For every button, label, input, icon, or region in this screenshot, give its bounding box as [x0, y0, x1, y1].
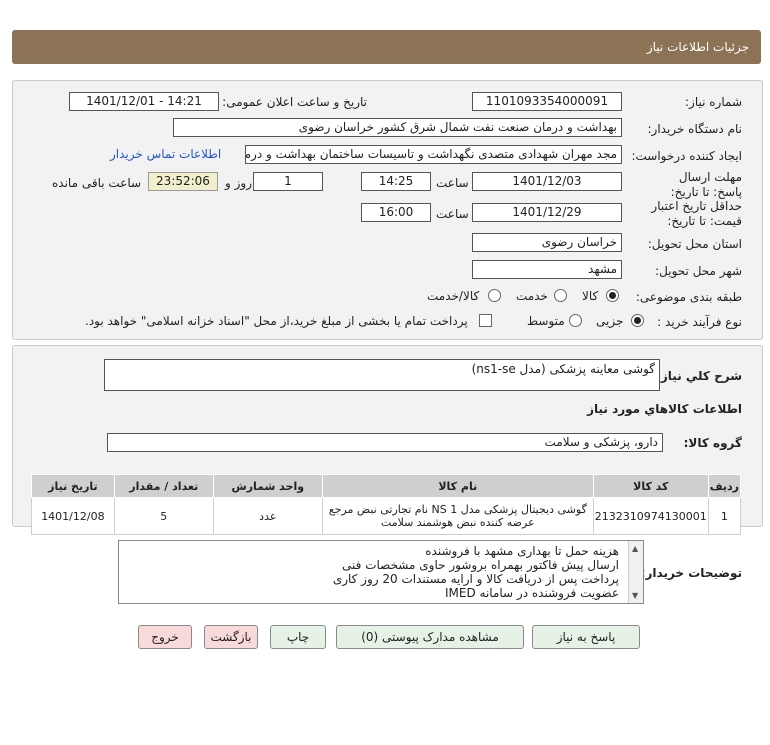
buyer-org-label: نام دستگاه خریدار:	[647, 122, 743, 136]
print-button[interactable]: چاپ	[270, 625, 326, 649]
treasury-payment-note: پرداخت تمام یا بخشی از مبلغ خرید،از محل …	[85, 314, 468, 328]
announce-datetime-field: 1401/12/01 - 14:21	[69, 92, 219, 111]
category-service-radio[interactable]	[554, 289, 567, 302]
need-number-label: شماره نیاز:	[685, 95, 742, 109]
need-number-field: 1101093354000091	[472, 92, 622, 111]
col-unit: واحد شمارش	[212, 474, 323, 498]
purchase-type-label: نوع فرآیند خرید :	[657, 315, 742, 329]
category-goods-radio[interactable]	[606, 289, 619, 302]
announce-datetime-label: تاریخ و ساعت اعلان عمومی:	[222, 95, 367, 109]
validity-date-field: 1401/12/29	[472, 203, 622, 222]
goods-table-header: ردیف کد کالا نام کالا واحد شمارش تعداد /…	[31, 474, 742, 498]
page-header: جزئیات اطلاعات نیاز	[12, 30, 761, 64]
attachments-button[interactable]: مشاهده مدارک پیوستی (0)	[336, 625, 524, 649]
purchase-medium-radio[interactable]	[569, 314, 582, 327]
buyer-notes-label: توضیحات خریدار:	[640, 566, 742, 580]
category-service-label: خدمت	[516, 289, 548, 303]
delivery-province-field: خراسان رضوی	[472, 233, 622, 252]
category-goods-service-radio[interactable]	[488, 289, 501, 302]
days-remaining-field: 1	[253, 172, 323, 191]
note-line: هزینه حمل تا بهداری مشهد با فروشنده	[425, 544, 619, 558]
category-label: طبقه بندی موضوعی:	[635, 290, 742, 304]
cell-date: 1401/12/08	[31, 497, 115, 535]
cell-qty: 5	[113, 497, 214, 535]
delivery-city-field: مشهد	[472, 260, 622, 279]
buyer-contact-link[interactable]: اطلاعات تماس خریدار	[110, 147, 221, 161]
goods-group-field: دارو، پزشکی و سلامت	[107, 433, 663, 452]
deadline-time-label: ساعت	[436, 176, 469, 190]
col-row: ردیف	[707, 474, 742, 498]
col-name: نام کالا	[321, 474, 594, 498]
purchase-minor-radio[interactable]	[631, 314, 644, 327]
delivery-city-label: شهر محل تحویل:	[655, 264, 742, 278]
page-title: جزئیات اطلاعات نیاز	[646, 40, 749, 54]
scroll-up-icon[interactable]: ▲	[632, 544, 638, 553]
cell-row: 1	[707, 497, 742, 535]
goods-info-heading: اطلاعات کالاهاي مورد نياز	[587, 402, 742, 416]
requester-label: ایجاد کننده درخواست:	[631, 149, 742, 163]
deadline-time-field: 14:25	[361, 172, 431, 191]
cell-name: گوشی دیجیتال پزشکی مدل NS 1 نام تجارتی ن…	[321, 497, 594, 535]
validity-time-field: 16:00	[361, 203, 431, 222]
deadline-send-label: مهلت ارسال پاسخ: تا تاریخ:	[670, 170, 742, 199]
validity-label: حداقل تاریخ اعتبار قیمت: تا تاریخ:	[651, 199, 742, 228]
note-line: پرداخت پس از دریافت کالا و ارایه مستندات…	[332, 572, 619, 586]
remaining-time-field: 23:52:06	[148, 172, 218, 191]
cell-name-line2: عرضه کننده نبض هوشمند سلامت	[380, 516, 535, 529]
notes-scrollbar[interactable]: ▲ ▼	[628, 541, 643, 603]
goods-group-label: گروه کالا:	[683, 436, 742, 450]
buyer-notes-box[interactable]: هزینه حمل تا بهداری مشهد با فروشنده ارسا…	[118, 540, 644, 604]
note-line: ارسال پیش فاکتور بهمراه بروشور حاوی مشخص…	[342, 558, 619, 572]
back-button[interactable]: بازگشت	[204, 625, 258, 649]
general-desc-label: شرح کلي نياز:	[656, 369, 742, 383]
note-line: عضویت فروشنده در سامانه IMED	[445, 586, 619, 600]
col-code: کد کالا	[592, 474, 709, 498]
remaining-label: ساعت باقی مانده	[52, 176, 142, 190]
general-desc-field: گوشی معاینه پزشکی (مدل ns1-se)	[104, 359, 660, 391]
scroll-down-icon[interactable]: ▼	[632, 591, 638, 600]
cell-name-line1: گوشی دیجیتال پزشکی مدل NS 1 نام تجارتی ن…	[328, 503, 587, 516]
days-and-label: روز و	[225, 176, 252, 190]
treasury-payment-checkbox[interactable]	[479, 314, 492, 327]
deadline-date-field: 1401/12/03	[472, 172, 622, 191]
requester-field: مجد مهران شهدادی متصدی نگهداشت و تاسیسات…	[245, 145, 622, 164]
col-date: تاریخ نیاز	[31, 474, 115, 498]
table-row[interactable]: 1 2132310974130001 گوشی دیجیتال پزشکی مد…	[31, 497, 742, 535]
buyer-org-field: بهداشت و درمان صنعت نفت شمال شرق کشور خر…	[173, 118, 622, 137]
reply-button[interactable]: پاسخ به نیاز	[532, 625, 640, 649]
goods-table: ردیف کد کالا نام کالا واحد شمارش تعداد /…	[31, 474, 742, 535]
cell-unit: عدد	[212, 497, 323, 535]
exit-button[interactable]: خروج	[138, 625, 192, 649]
category-goods-label: کالا	[582, 289, 599, 303]
validity-time-label: ساعت	[436, 207, 469, 221]
cell-code: 2132310974130001	[592, 497, 709, 535]
purchase-minor-label: جزیی	[596, 314, 624, 328]
purchase-medium-label: متوسط	[527, 314, 565, 328]
delivery-province-label: استان محل تحویل:	[647, 237, 742, 251]
col-qty: تعداد / مقدار	[113, 474, 214, 498]
category-goods-service-label: کالا/خدمت	[427, 289, 480, 303]
